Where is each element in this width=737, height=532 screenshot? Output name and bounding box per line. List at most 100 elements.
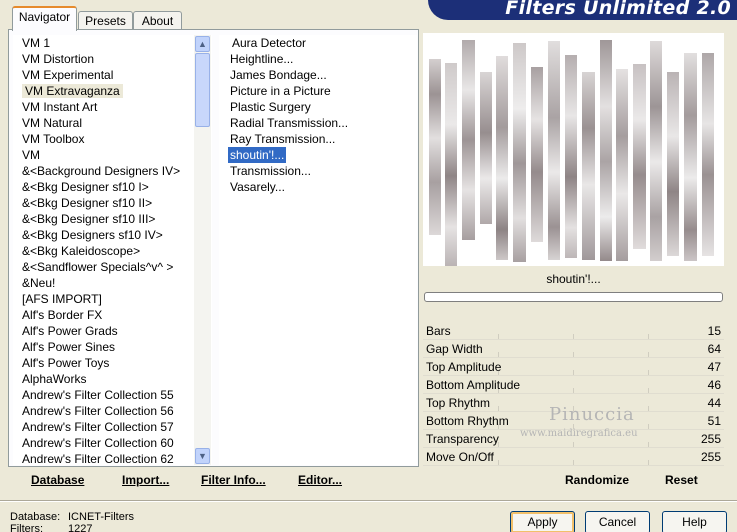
param-value: 44 [707, 396, 721, 410]
preview-bar [513, 43, 526, 262]
preview-bar [445, 63, 457, 266]
category-scrollbar[interactable]: ▲ ▼ [194, 35, 211, 465]
filter-item[interactable]: Plastic Surgery [228, 99, 313, 115]
slider-tick [573, 388, 574, 393]
filter-item[interactable]: Radial Transmission... [228, 115, 350, 131]
param-label: Top Amplitude [426, 360, 502, 374]
category-item[interactable]: VM Experimental [13, 67, 212, 83]
param-label: Bottom Rhythm [426, 414, 509, 428]
category-item[interactable]: VM Toolbox [13, 131, 212, 147]
category-item[interactable]: &<Background Designers IV> [13, 163, 212, 179]
category-item[interactable]: Alf's Power Sines [13, 339, 212, 355]
scroll-thumb[interactable] [195, 53, 210, 127]
watermark-name: Pinuccia [549, 404, 635, 425]
param-value: 46 [707, 378, 721, 392]
preview-bar [496, 56, 508, 260]
preview-bar [429, 59, 441, 235]
preview-bar [600, 40, 612, 261]
filter-info-button[interactable]: Filter Info... [201, 473, 266, 487]
filter-item[interactable]: Ray Transmission... [228, 131, 337, 147]
category-item-selected[interactable]: VM Extravaganza [13, 83, 212, 99]
tab-about[interactable]: About [133, 11, 182, 31]
cancel-button[interactable]: Cancel [585, 511, 650, 532]
category-item[interactable]: VM Natural [13, 115, 212, 131]
category-item[interactable]: &<Bkg Designers sf10 IV> [13, 227, 212, 243]
category-item[interactable]: &<Bkg Designer sf10 I> [13, 179, 212, 195]
slider-tick [573, 442, 574, 447]
param-value: 64 [707, 342, 721, 356]
param-label: Move On/Off [426, 450, 494, 464]
scroll-up-arrow-icon[interactable]: ▲ [195, 36, 210, 52]
help-button[interactable]: Help [662, 511, 727, 532]
preview-bar [480, 72, 492, 224]
slider-tick [648, 424, 649, 429]
category-item[interactable]: Alf's Power Toys [13, 355, 212, 371]
preview-bar [582, 72, 595, 260]
parameter-list: Bars 15 Gap Width 64 Top Amplitude 47 Botto… [423, 322, 724, 466]
slider-tick [573, 370, 574, 375]
filter-list[interactable]: Aura Detector Heightline... James Bondag… [219, 35, 417, 465]
filter-item[interactable]: Transmission... [228, 163, 313, 179]
slider-tick [648, 388, 649, 393]
filter-item[interactable]: Aura Detector [230, 35, 308, 51]
param-value: 255 [700, 432, 721, 446]
category-item[interactable]: &<Sandflower Specials^v^ > [13, 259, 212, 275]
slider-tick [648, 406, 649, 411]
category-item[interactable]: Andrew's Filter Collection 56 [13, 403, 212, 419]
category-item[interactable]: Andrew's Filter Collection 57 [13, 419, 212, 435]
param-label: Transparency [426, 432, 499, 446]
preview-bar [616, 69, 628, 261]
slider-tick [648, 460, 649, 465]
slider-tick [498, 460, 499, 465]
category-item[interactable]: &Neu! [13, 275, 212, 291]
apply-button[interactable]: Apply [510, 511, 575, 532]
preview-bar [548, 41, 560, 260]
filter-item[interactable]: James Bondage... [228, 67, 329, 83]
category-list[interactable]: VM 1 VM Distortion VM Experimental VM Ex… [13, 35, 212, 465]
category-item[interactable]: VM Instant Art [13, 99, 212, 115]
category-item[interactable]: VM 1 [13, 35, 212, 51]
category-item[interactable]: Alf's Power Grads [13, 323, 212, 339]
param-bottom-amplitude[interactable]: Bottom Amplitude 46 [423, 376, 724, 394]
slider-tick [573, 334, 574, 339]
category-item[interactable]: [AFS IMPORT] [13, 291, 212, 307]
category-item[interactable]: VM Distortion [13, 51, 212, 67]
filter-item[interactable]: Vasarely... [228, 179, 287, 195]
tab-navigator[interactable]: Navigator [12, 6, 77, 31]
category-item[interactable]: Alf's Border FX [13, 307, 212, 323]
filter-item[interactable]: Picture in a Picture [228, 83, 333, 99]
filter-item-selected[interactable]: shoutin'!... [226, 146, 288, 164]
param-label: Bottom Amplitude [426, 378, 521, 392]
randomize-button[interactable]: Randomize [565, 473, 629, 487]
scroll-down-arrow-icon[interactable]: ▼ [195, 448, 210, 464]
param-value: 15 [707, 324, 721, 338]
filters-count-info: Filters: 1227 [10, 523, 92, 532]
category-item[interactable]: &<Bkg Designer sf10 II> [13, 195, 212, 211]
import-button[interactable]: Import... [122, 473, 169, 487]
preview-bar [684, 53, 697, 261]
param-top-amplitude[interactable]: Top Amplitude 47 [423, 358, 724, 376]
category-item[interactable]: Andrew's Filter Collection 60 [13, 435, 212, 451]
reset-button[interactable]: Reset [665, 473, 698, 487]
category-item[interactable]: VM [13, 147, 212, 163]
category-item[interactable]: Andrew's Filter Collection 62 [13, 451, 212, 465]
editor-button[interactable]: Editor... [298, 473, 342, 487]
slider-tick [573, 352, 574, 357]
filter-item[interactable]: Heightline... [228, 51, 295, 67]
param-gap-width[interactable]: Gap Width 64 [423, 340, 724, 358]
category-item[interactable]: &<Bkg Designer sf10 III> [13, 211, 212, 227]
preview-bar [650, 41, 662, 261]
preview-filter-name: shoutin'!... [423, 268, 724, 290]
database-button[interactable]: Database [31, 473, 84, 487]
slider-tick [648, 442, 649, 447]
preview-bar [702, 53, 714, 256]
category-item[interactable]: AlphaWorks [13, 371, 212, 387]
category-item[interactable]: Andrew's Filter Collection 55 [13, 387, 212, 403]
database-value: ICNET-Filters [68, 511, 134, 523]
param-move-on-off[interactable]: Move On/Off 255 [423, 448, 724, 466]
category-item[interactable]: &<Bkg Kaleidoscope> [13, 243, 212, 259]
tab-presets[interactable]: Presets [78, 11, 133, 31]
slider-tick [498, 334, 499, 339]
param-bars[interactable]: Bars 15 [423, 322, 724, 340]
filter-preview [423, 33, 724, 266]
